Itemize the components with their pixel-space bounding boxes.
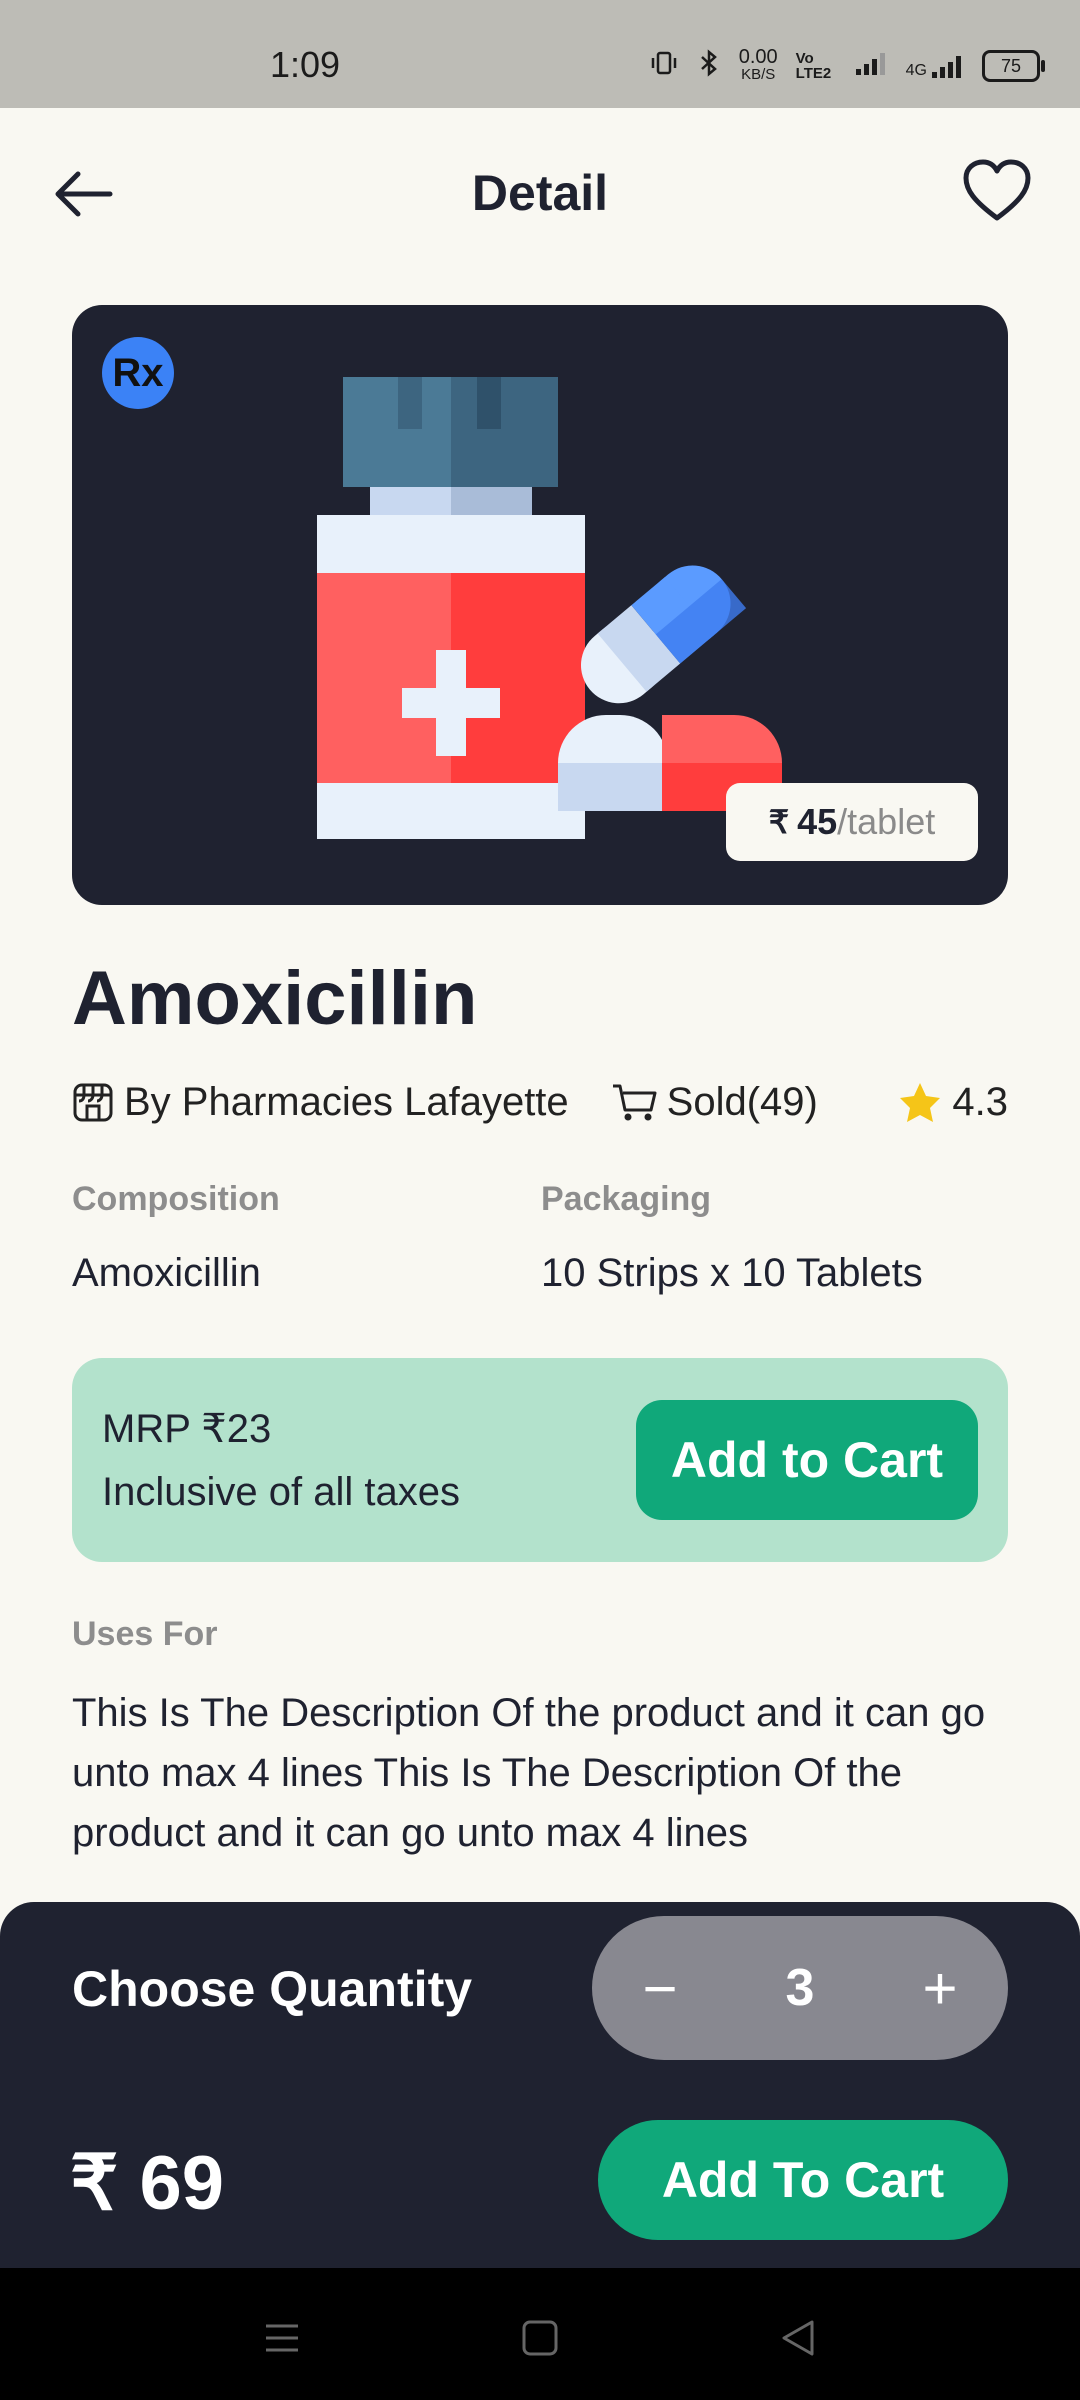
- app-header: Detail: [0, 108, 1080, 278]
- status-bar: 1:09 0.00 KB/S Vo LTE2 4G 75: [0, 0, 1080, 108]
- volte-icon: Vo LTE2: [795, 50, 832, 82]
- minus-icon: −: [642, 1954, 678, 2022]
- signal-icon: [854, 49, 888, 83]
- increase-button[interactable]: +: [880, 1916, 1000, 2060]
- rating: 4.3: [898, 1080, 1008, 1125]
- add-to-cart-button[interactable]: Add to Cart: [636, 1400, 978, 1520]
- battery-icon: 75: [982, 50, 1045, 82]
- mrp-price: MRP ₹23: [102, 1407, 272, 1451]
- packaging-value: 10 Strips x 10 Tablets: [541, 1251, 923, 1295]
- nav-menu-button[interactable]: [252, 2308, 312, 2368]
- cart-icon: [612, 1084, 657, 1121]
- rating-value: 4.3: [952, 1079, 1008, 1124]
- net-speed: 0.00 KB/S: [738, 46, 778, 83]
- heart-icon: [963, 159, 1031, 221]
- packaging: Packaging 10 Strips x 10 Tablets: [541, 1180, 923, 1296]
- uses-label: Uses For: [72, 1615, 218, 1653]
- choose-quantity-label: Choose Quantity: [72, 1961, 473, 2017]
- star-icon: [900, 1083, 941, 1122]
- seller-name: By Pharmacies Lafayette: [124, 1079, 569, 1124]
- quantity-panel: Choose Quantity 3 − + ₹ 69 Add To Cart: [0, 1902, 1080, 2268]
- sold-label: Sold(49): [666, 1079, 818, 1124]
- nav-home-button[interactable]: [510, 2308, 570, 2368]
- back-triangle-icon: [782, 2320, 814, 2356]
- favorite-button[interactable]: [962, 158, 1032, 224]
- home-square-icon: [522, 2320, 558, 2356]
- network-4g-icon: 4G: [906, 52, 964, 80]
- status-time: 1:09: [270, 44, 341, 85]
- bluetooth-icon: [697, 48, 721, 84]
- composition: Composition Amoxicillin: [72, 1180, 280, 1296]
- composition-value: Amoxicillin: [72, 1251, 261, 1295]
- total-price: ₹ 69: [70, 2141, 225, 2226]
- store-icon: [73, 1083, 113, 1122]
- seller-link[interactable]: By Pharmacies Lafayette: [72, 1080, 569, 1125]
- decrease-button[interactable]: −: [600, 1916, 720, 2060]
- nav-back-button[interactable]: [768, 2308, 828, 2368]
- system-nav-bar: [0, 2268, 1080, 2400]
- page-title: Detail: [471, 165, 609, 221]
- uses-description: This Is The Description Of the product a…: [72, 1691, 986, 1855]
- product-meta: By Pharmacies Lafayette Sold(49) 4.3: [72, 1072, 1008, 1132]
- vibrate-icon: [649, 48, 679, 84]
- composition-label: Composition: [72, 1180, 280, 1218]
- sold-count: Sold(49): [611, 1080, 818, 1125]
- menu-icon: [266, 2324, 298, 2352]
- add-to-cart-checkout-button[interactable]: Add To Cart: [598, 2120, 1008, 2240]
- product-image-card: Rx ₹ 45 /tablet: [72, 305, 1008, 905]
- quantity-stepper: 3 − +: [592, 1916, 1008, 2060]
- price-per-tablet: ₹ 45 /tablet: [726, 783, 978, 861]
- plus-icon: +: [922, 1954, 958, 2022]
- status-icons: 0.00 KB/S Vo LTE2 4G 75: [649, 46, 1045, 84]
- packaging-label: Packaging: [541, 1180, 712, 1218]
- product-name: Amoxicillin: [72, 956, 478, 1041]
- mrp-card: MRP ₹23 Inclusive of all taxes Add to Ca…: [72, 1358, 1008, 1562]
- tax-note: Inclusive of all taxes: [102, 1470, 460, 1514]
